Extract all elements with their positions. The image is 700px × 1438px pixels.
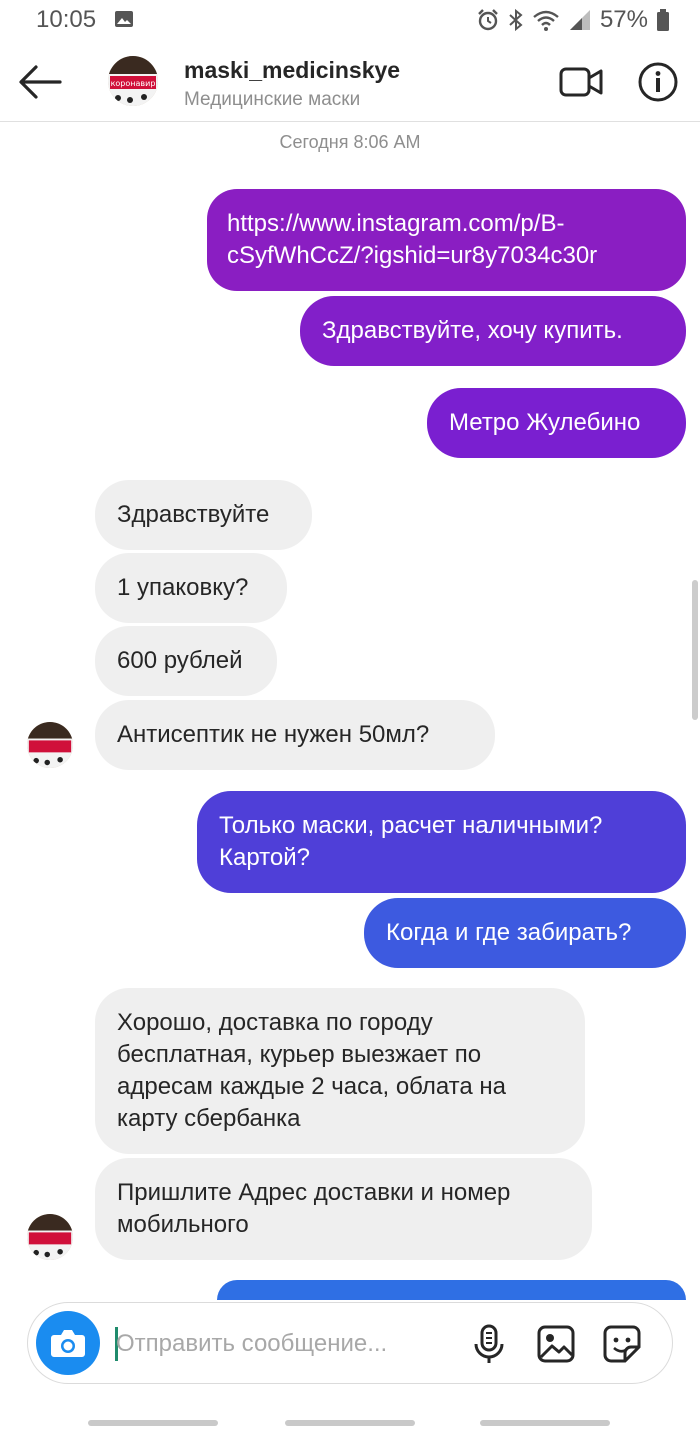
nav-recents[interactable] [88,1420,218,1426]
message-bubble-incoming[interactable]: 1 упаковку? [95,553,287,623]
nav-home[interactable] [285,1420,415,1426]
battery-icon [657,9,669,31]
message-bubble-outgoing[interactable]: https://www.instagram.com/p/B-cSyfWhCcZ/… [207,189,686,291]
message-bubble-outgoing-partial [217,1280,686,1300]
message-bubble-outgoing[interactable]: Метро Жулебино [427,388,686,458]
message-bubble-incoming[interactable]: Пришлите Адрес доставки и номер мобильно… [95,1158,592,1260]
message-bubble-outgoing[interactable]: Здравствуйте, хочу купить. [300,296,686,366]
battery-percent: 57% [599,6,648,33]
contact-fullname: Медицинские маски [184,89,361,110]
message-bubble-incoming[interactable]: 600 рублей [95,626,277,696]
system-nav-bar [0,1410,700,1438]
sender-avatar[interactable] [27,722,73,768]
bluetooth-icon [509,8,523,32]
message-input[interactable] [116,1321,446,1367]
video-call-icon[interactable] [558,64,604,100]
camera-icon [51,1330,85,1357]
message-bubble-incoming[interactable]: Антисептик не нужен 50мл? [95,700,495,770]
scroll-indicator[interactable] [692,580,698,720]
back-arrow-icon[interactable] [16,62,64,102]
avatar-mask-text: коронавир [111,79,156,88]
image-notification-icon [115,11,133,27]
gallery-icon[interactable] [535,1323,577,1365]
sender-avatar[interactable] [27,1214,73,1260]
info-icon[interactable] [637,61,679,103]
status-bar: 10:05 57% [0,0,700,40]
alarm-icon [478,9,498,31]
contact-avatar[interactable]: коронавир [108,56,158,106]
sticker-icon[interactable] [601,1323,643,1365]
message-bubble-outgoing[interactable]: Когда и где забирать? [364,898,686,968]
message-bubble-outgoing[interactable]: Только маски, расчет наличными? Картой? [197,791,686,893]
contact-username[interactable]: maski_medicinskye [184,57,400,84]
nav-back[interactable] [480,1420,610,1426]
message-bubble-incoming[interactable]: Хорошо, доставка по городу бесплатная, к… [95,988,585,1154]
status-time: 10:05 [36,6,97,33]
wifi-icon [533,10,559,31]
message-bubble-incoming[interactable]: Здравствуйте [95,480,312,550]
signal-icon [569,10,590,30]
microphone-icon[interactable] [468,1323,510,1365]
message-composer [27,1302,673,1384]
chat-header: коронавир maski_medicinskye Медицинские … [0,40,700,122]
camera-button[interactable] [36,1311,100,1375]
message-timestamp: Сегодня 8:06 AM [279,132,421,152]
